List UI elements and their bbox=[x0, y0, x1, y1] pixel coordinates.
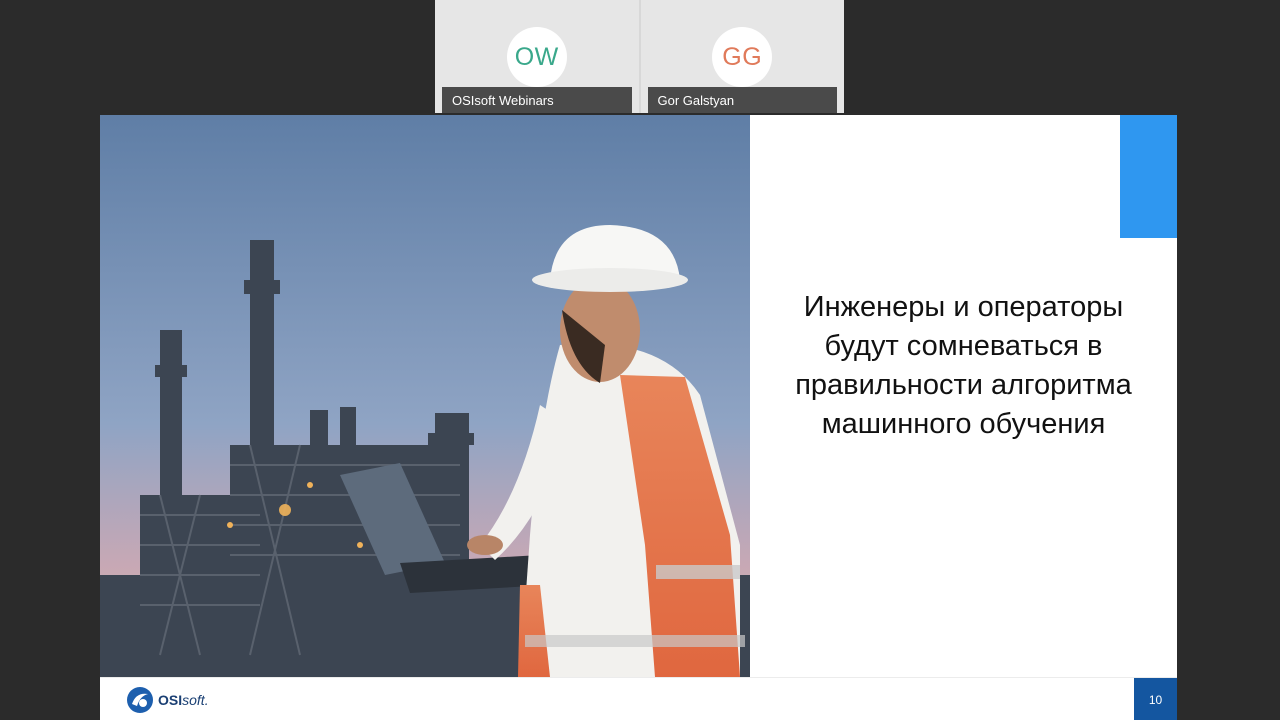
slide-text-line: машинного обучения bbox=[821, 408, 1106, 440]
osisoft-logo: OSIsoft. bbox=[126, 686, 209, 714]
slide-text-panel: Инженеры и операторы будут сомневаться в… bbox=[750, 115, 1177, 677]
participant-tile-gg[interactable]: GG Gor Galstyan bbox=[640, 0, 844, 113]
participant-name: OSIsoft Webinars bbox=[442, 87, 632, 113]
slide-text-line: будут сомневаться в bbox=[824, 330, 1103, 362]
shared-slide: Инженеры и операторы будут сомневаться в… bbox=[100, 115, 1177, 720]
logo-text: OSIsoft. bbox=[158, 692, 209, 708]
osisoft-logo-icon bbox=[127, 687, 153, 713]
participant-name: Gor Galstyan bbox=[647, 87, 837, 113]
slide-footer: OSIsoft. 10 bbox=[100, 677, 1177, 720]
slide-text-line: правильности алгоритма bbox=[795, 369, 1132, 401]
avatar: OW bbox=[506, 27, 567, 87]
slide-body-text: Инженеры и операторы будут сомневаться в… bbox=[750, 288, 1177, 444]
accent-block bbox=[1120, 115, 1177, 238]
participant-tiles: OW OSIsoft Webinars GG Gor Galstyan bbox=[435, 0, 844, 113]
page-number-badge: 10 bbox=[1134, 678, 1177, 720]
slide-photo-engineer-plant bbox=[100, 115, 750, 677]
avatar: GG bbox=[712, 27, 773, 87]
slide-text-line: Инженеры и операторы bbox=[803, 291, 1124, 323]
participant-tile-ow[interactable]: OW OSIsoft Webinars bbox=[435, 0, 639, 113]
